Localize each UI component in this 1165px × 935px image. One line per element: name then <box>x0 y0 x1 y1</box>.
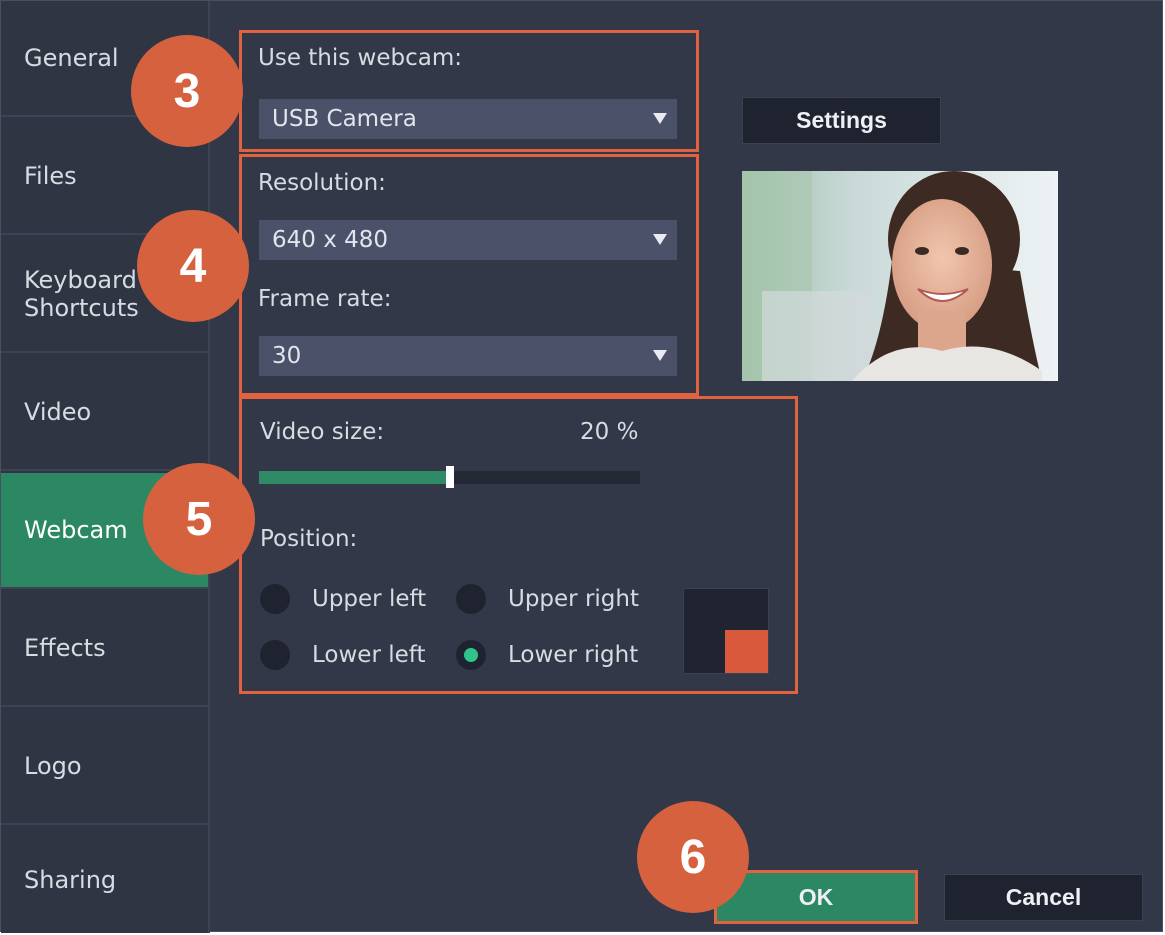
video-size-label: Video size: <box>260 419 385 445</box>
chevron-down-icon <box>653 350 667 361</box>
radio-label: Upper left <box>312 586 427 612</box>
sidebar-item-label: Webcam <box>24 516 128 544</box>
step-6-badge: 6 <box>637 801 749 913</box>
position-lower-right-radio[interactable]: Lower right <box>456 640 638 670</box>
sidebar-item-label: Effects <box>24 634 106 662</box>
sidebar-item-label: Video <box>24 398 92 426</box>
position-label: Position: <box>260 526 358 552</box>
chevron-down-icon <box>653 113 667 124</box>
webcam-preview-image <box>742 171 1058 381</box>
radio-label: Lower right <box>508 642 639 668</box>
webcam-dropdown[interactable]: USB Camera <box>259 99 677 139</box>
webcam-label: Use this webcam: <box>258 45 463 71</box>
webcam-dropdown-value: USB Camera <box>272 106 417 132</box>
resolution-dropdown-value: 640 x 480 <box>272 227 389 253</box>
sidebar-item-label: Logo <box>24 752 82 780</box>
video-size-slider[interactable] <box>259 466 640 488</box>
ok-button[interactable]: OK <box>717 873 915 921</box>
radio-dot <box>456 584 486 614</box>
resolution-dropdown[interactable]: 640 x 480 <box>259 220 677 260</box>
webcam-settings-dialog: General Files Keyboard Shortcuts Video W… <box>0 0 1163 933</box>
sidebar-item-effects[interactable]: Effects <box>1 591 208 707</box>
resolution-label: Resolution: <box>258 170 386 196</box>
cancel-button[interactable]: Cancel <box>944 874 1143 921</box>
settings-button[interactable]: Settings <box>742 97 941 144</box>
position-upper-right-radio[interactable]: Upper right <box>456 584 639 614</box>
video-size-value: 20 % <box>580 419 639 445</box>
webcam-preview-icon <box>742 171 1058 381</box>
position-preview-marker <box>725 630 768 673</box>
radio-label: Lower left <box>312 642 426 668</box>
video-size-slider-fill <box>259 471 450 484</box>
frame-rate-dropdown-value: 30 <box>272 343 302 369</box>
step-4-badge: 4 <box>137 210 249 322</box>
step-5-badge: 5 <box>143 463 255 575</box>
radio-dot <box>456 640 486 670</box>
sidebar-item-label: Files <box>24 162 77 190</box>
sidebar-item-label: General <box>24 44 119 72</box>
radio-dot <box>260 584 290 614</box>
frame-rate-dropdown[interactable]: 30 <box>259 336 677 376</box>
radio-label: Upper right <box>508 586 639 612</box>
frame-rate-label: Frame rate: <box>258 286 392 312</box>
sidebar-item-sharing[interactable]: Sharing <box>1 827 208 933</box>
sidebar-item-label: Keyboard Shortcuts <box>24 266 139 322</box>
position-lower-left-radio[interactable]: Lower left <box>260 640 425 670</box>
radio-dot <box>260 640 290 670</box>
video-size-slider-thumb[interactable] <box>446 466 454 488</box>
sidebar-item-label: Sharing <box>24 866 117 894</box>
sidebar-item-video[interactable]: Video <box>1 355 208 471</box>
step-3-badge: 3 <box>131 35 243 147</box>
chevron-down-icon <box>653 234 667 245</box>
position-preview <box>683 588 769 674</box>
sidebar-item-logo[interactable]: Logo <box>1 709 208 825</box>
position-upper-left-radio[interactable]: Upper left <box>260 584 426 614</box>
